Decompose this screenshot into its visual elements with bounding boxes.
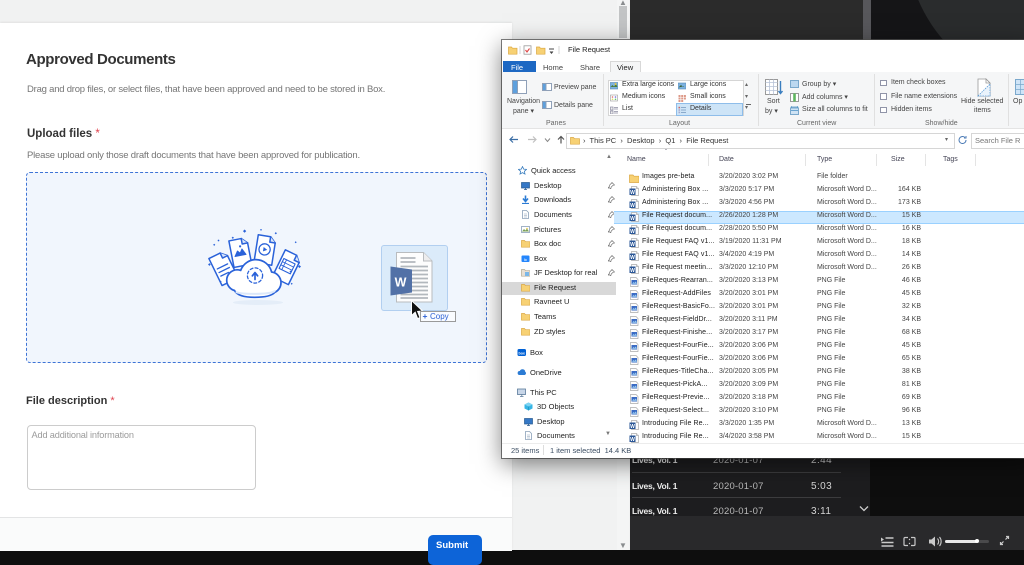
svg-text:W: W — [395, 276, 407, 290]
svg-text:W: W — [630, 255, 635, 261]
svg-text:box: box — [519, 352, 525, 356]
svg-text:W: W — [630, 190, 635, 196]
svg-text:W: W — [630, 242, 635, 248]
svg-text:W: W — [630, 424, 635, 430]
svg-text:W: W — [630, 229, 635, 235]
svg-text:W: W — [630, 216, 635, 222]
svg-text:W: W — [630, 268, 635, 274]
svg-text:W: W — [630, 203, 635, 209]
svg-text:W: W — [630, 437, 635, 443]
